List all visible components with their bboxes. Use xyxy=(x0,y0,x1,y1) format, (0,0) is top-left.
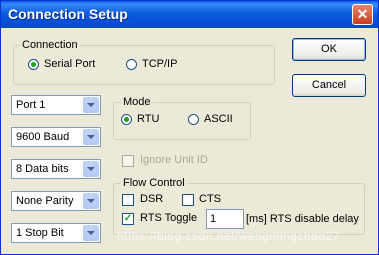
ok-button[interactable]: OK xyxy=(292,38,366,61)
title-bar: Connection Setup ✕ xyxy=(1,1,378,28)
rtu-label[interactable]: RTU xyxy=(137,113,159,126)
baud-select-value: 9600 Baud xyxy=(16,131,70,143)
ascii-radio[interactable] xyxy=(188,114,199,125)
parity-select[interactable]: None Parity xyxy=(11,191,101,211)
serial-port-label[interactable]: Serial Port xyxy=(44,58,95,71)
chevron-down-icon[interactable] xyxy=(83,129,99,145)
cts-checkbox[interactable] xyxy=(182,194,194,206)
ignore-unit-id-label: Ignore Unit ID xyxy=(140,154,208,166)
data-bits-select-value: 8 Data bits xyxy=(16,163,69,175)
stop-bits-select[interactable]: 1 Stop Bit xyxy=(11,223,101,243)
ascii-label[interactable]: ASCII xyxy=(204,113,233,126)
chevron-down-icon[interactable] xyxy=(83,193,99,209)
dsr-label[interactable]: DSR xyxy=(140,193,163,206)
flow-control-group-label: Flow Control xyxy=(121,177,187,189)
parity-select-value: None Parity xyxy=(16,195,74,207)
chevron-down-icon[interactable] xyxy=(83,161,99,177)
chevron-down-icon[interactable] xyxy=(83,225,99,241)
mode-group-label: Mode xyxy=(121,96,153,108)
cts-label[interactable]: CTS xyxy=(199,193,221,206)
data-bits-select[interactable]: 8 Data bits xyxy=(11,159,101,179)
serial-port-radio[interactable] xyxy=(28,59,39,70)
rts-delay-label: [ms] RTS disable delay xyxy=(246,213,359,225)
window-title: Connection Setup xyxy=(8,6,128,22)
cancel-button[interactable]: Cancel xyxy=(292,74,366,97)
rts-delay-input[interactable]: 1 xyxy=(206,209,244,229)
tcpip-radio[interactable] xyxy=(126,59,137,70)
rtu-radio[interactable] xyxy=(121,114,132,125)
connection-group-label: Connection xyxy=(20,39,80,51)
watermark: https://blog.csdn.net/wangmingchao27 xyxy=(117,229,340,243)
rts-toggle-checkbox[interactable]: ✓ xyxy=(122,213,134,225)
port-select[interactable]: Port 1 xyxy=(11,95,101,115)
stop-bits-select-value: 1 Stop Bit xyxy=(16,227,64,239)
ignore-unit-id-checkbox[interactable] xyxy=(122,155,134,167)
dsr-checkbox[interactable] xyxy=(122,194,134,206)
close-button[interactable]: ✕ xyxy=(352,4,373,25)
port-select-value: Port 1 xyxy=(16,99,46,111)
baud-select[interactable]: 9600 Baud xyxy=(11,127,101,147)
tcpip-label[interactable]: TCP/IP xyxy=(142,58,177,71)
connection-setup-dialog: Connection Setup ✕ Connection Serial Por… xyxy=(0,0,379,255)
rts-toggle-label[interactable]: RTS Toggle xyxy=(140,212,197,225)
chevron-down-icon[interactable] xyxy=(83,97,99,113)
